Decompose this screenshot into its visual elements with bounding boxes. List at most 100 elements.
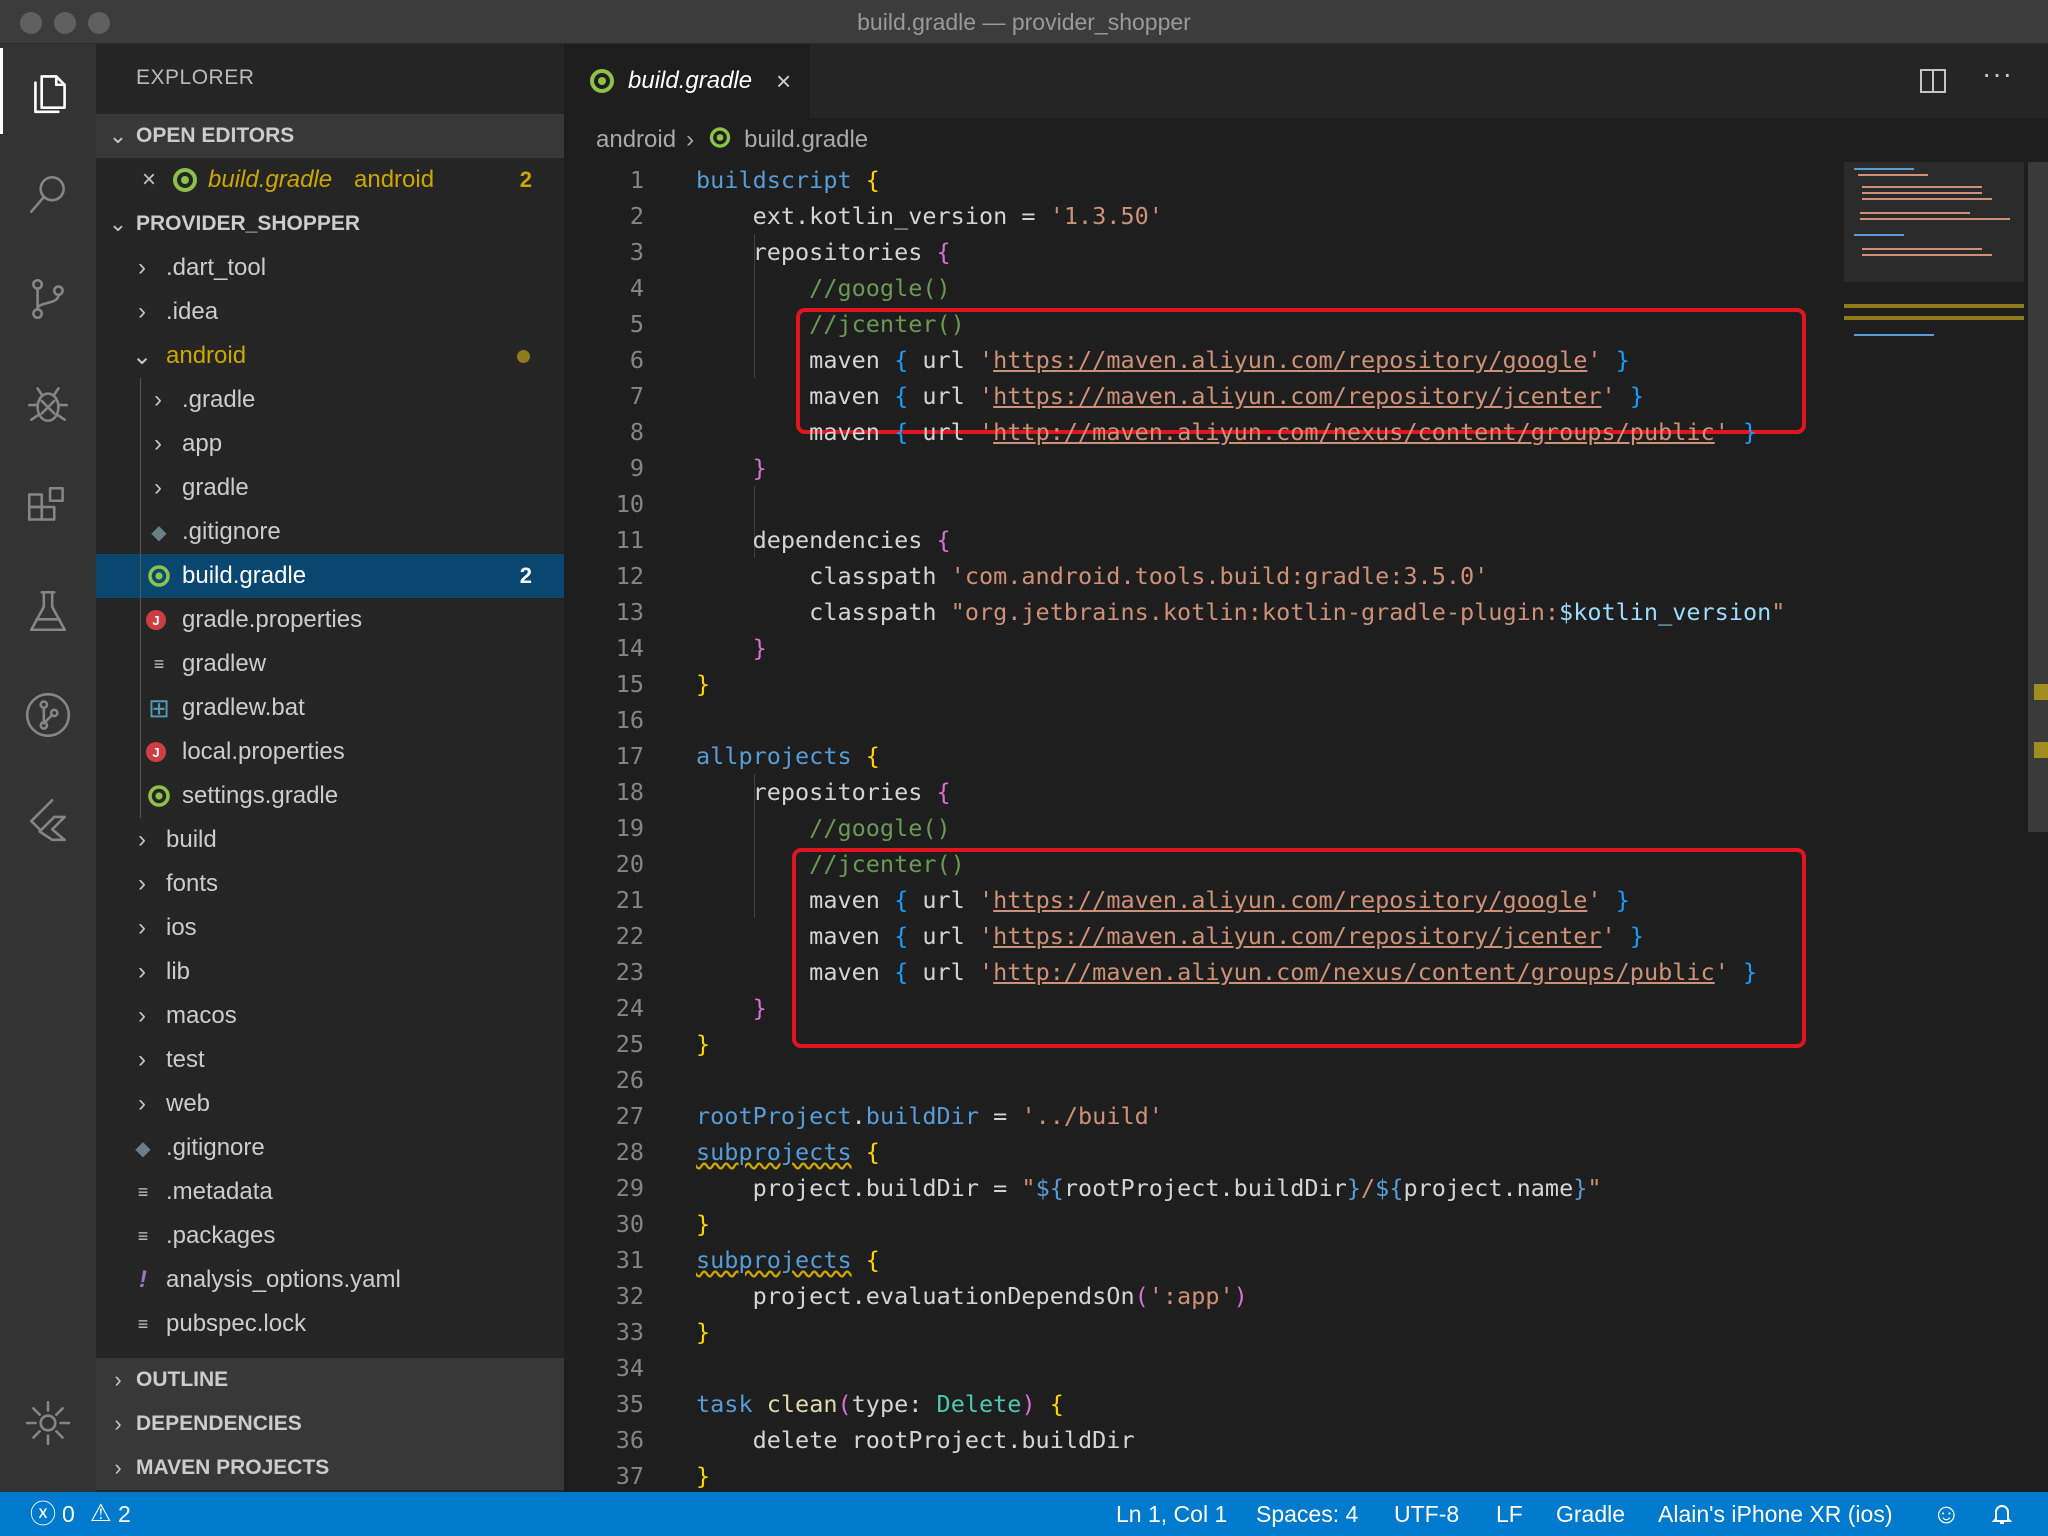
warning-count[interactable]: 2 [118, 1492, 131, 1536]
code-line[interactable]: } [696, 990, 767, 1026]
code-line[interactable]: delete rootProject.buildDir [696, 1422, 1135, 1458]
encoding[interactable]: UTF-8 [1394, 1492, 1459, 1536]
code-token: { [894, 418, 909, 446]
explorer-activity[interactable] [0, 48, 96, 134]
split-editor-icon[interactable] [1918, 66, 1948, 96]
tree-file[interactable]: build.gradle 2 [96, 554, 564, 598]
feedback-icon[interactable]: ☺ [1932, 1492, 1961, 1536]
tree-file[interactable]: ! analysis_options.yaml [96, 1258, 564, 1302]
tree-folder[interactable]: › test [96, 1038, 564, 1082]
code-line[interactable]: //jcenter() [696, 846, 965, 882]
code-line[interactable]: maven { url 'https://maven.aliyun.com/re… [696, 918, 1644, 954]
code-line[interactable]: allprojects { [696, 738, 880, 774]
status-bar: ⓧ 0 ⚠ 2 Ln 1, Col 1 Spaces: 4 UTF-8 LF G… [0, 1492, 2048, 1536]
code-line[interactable]: classpath "org.jetbrains.kotlin:kotlin-g… [696, 594, 1785, 630]
code-line[interactable]: //google() [696, 810, 951, 846]
code-editor[interactable]: 1 buildscript {2 ext.kotlin_version = '1.… [564, 162, 1844, 1492]
extensions-activity[interactable] [0, 464, 96, 550]
tree-folder[interactable]: ⌄ android [96, 334, 564, 378]
vertical-scrollbar[interactable] [2024, 162, 2048, 1492]
code-token: { [936, 526, 951, 554]
tree-file[interactable]: ≡ .packages [96, 1214, 564, 1258]
flutter-activity[interactable] [0, 776, 96, 862]
close-icon[interactable]: × [776, 66, 791, 97]
close-icon[interactable]: × [136, 166, 162, 193]
search-activity[interactable] [0, 152, 96, 238]
open-editor-item[interactable]: × build.gradle android 2 [96, 158, 564, 202]
tree-file[interactable]: ≡ pubspec.lock [96, 1302, 564, 1346]
code-line[interactable]: } [696, 1314, 710, 1350]
code-line[interactable]: classpath 'com.android.tools.build:gradl… [696, 558, 1488, 594]
error-icon[interactable]: ⓧ [30, 1492, 56, 1536]
tree-folder[interactable]: › .dart_tool [96, 246, 564, 290]
code-line[interactable]: buildscript { [696, 162, 880, 198]
code-line[interactable]: } [696, 630, 767, 666]
warning-icon[interactable]: ⚠ [90, 1492, 112, 1536]
manage-activity[interactable] [0, 1380, 96, 1466]
bell-icon[interactable] [1990, 1502, 2014, 1526]
language-mode[interactable]: Gradle [1556, 1492, 1625, 1536]
code-line[interactable]: ext.kotlin_version = '1.3.50' [696, 198, 1163, 234]
code-line[interactable]: } [696, 1458, 710, 1492]
code-line[interactable]: project.evaluationDependsOn(':app') [696, 1278, 1248, 1314]
tree-folder[interactable]: › build [96, 818, 564, 862]
dependencies-section[interactable]: › DEPENDENCIES [96, 1402, 564, 1446]
tree-file[interactable]: Jlocal.properties [96, 730, 564, 774]
project-section[interactable]: ⌄ PROVIDER_SHOPPER [96, 202, 564, 246]
code-line[interactable]: dependencies { [696, 522, 951, 558]
tree-file[interactable]: ≡ gradlew [96, 642, 564, 686]
code-line[interactable]: } [696, 450, 767, 486]
open-editors-section[interactable]: ⌄ OPEN EDITORS [96, 114, 564, 158]
tab-label: build.gradle [628, 67, 753, 94]
cursor-position[interactable]: Ln 1, Col 1 [1116, 1492, 1227, 1536]
code-line[interactable]: repositories { [696, 234, 951, 270]
code-line[interactable]: maven { url 'https://maven.aliyun.com/re… [696, 882, 1630, 918]
tab-build-gradle[interactable]: build.gradle × [564, 44, 810, 118]
minimap[interactable] [1844, 162, 2024, 1492]
source-control-activity[interactable] [0, 256, 96, 342]
code-line[interactable]: subprojects { [696, 1242, 880, 1278]
code-line[interactable]: } [696, 666, 710, 702]
git-graph-activity[interactable] [0, 672, 96, 758]
tree-folder[interactable]: › macos [96, 994, 564, 1038]
code-line[interactable]: } [696, 1026, 710, 1062]
tree-file[interactable]: ⊞ gradlew.bat [96, 686, 564, 730]
tree-folder[interactable]: › app [96, 422, 564, 466]
tree-file[interactable]: settings.gradle [96, 774, 564, 818]
more-actions-icon[interactable]: ··· [1982, 58, 2013, 90]
code-line[interactable]: maven { url 'http://maven.aliyun.com/nex… [696, 954, 1757, 990]
code-line[interactable]: //google() [696, 270, 951, 306]
code-line[interactable]: maven { url 'https://maven.aliyun.com/re… [696, 378, 1644, 414]
tree-folder[interactable]: › lib [96, 950, 564, 994]
testing-activity[interactable] [0, 568, 96, 654]
code-line[interactable]: maven { url 'https://maven.aliyun.com/re… [696, 342, 1630, 378]
code-line[interactable]: maven { url 'http://maven.aliyun.com/nex… [696, 414, 1757, 450]
tree-file[interactable]: Jgradle.properties [96, 598, 564, 642]
code-line[interactable]: rootProject.buildDir = '../build' [696, 1098, 1163, 1134]
tree-file[interactable]: ◆ .gitignore [96, 510, 564, 554]
code-line[interactable]: //jcenter() [696, 306, 965, 342]
breadcrumb-file[interactable]: build.gradle [744, 126, 868, 154]
gear-icon [25, 1400, 71, 1446]
tree-folder[interactable]: › .gradle [96, 378, 564, 422]
breadcrumb-folder[interactable]: android [596, 126, 676, 154]
code-line[interactable]: project.buildDir = "${rootProject.buildD… [696, 1170, 1602, 1206]
maven-projects-section[interactable]: › MAVEN PROJECTS [96, 1446, 564, 1490]
device-selector[interactable]: Alain's iPhone XR (ios) [1658, 1492, 1893, 1536]
tree-folder[interactable]: › fonts [96, 862, 564, 906]
tree-folder[interactable]: › gradle [96, 466, 564, 510]
tree-folder[interactable]: › ios [96, 906, 564, 950]
line-ending[interactable]: LF [1496, 1492, 1523, 1536]
code-line[interactable]: subprojects { [696, 1134, 880, 1170]
code-line[interactable]: } [696, 1206, 710, 1242]
error-count[interactable]: 0 [62, 1492, 75, 1536]
tree-folder[interactable]: › .idea [96, 290, 564, 334]
tree-file[interactable]: ≡ .metadata [96, 1170, 564, 1214]
code-line[interactable]: task clean(type: Delete) { [696, 1386, 1064, 1422]
indentation[interactable]: Spaces: 4 [1256, 1492, 1358, 1536]
code-line[interactable]: repositories { [696, 774, 951, 810]
tree-file[interactable]: ◆ .gitignore [96, 1126, 564, 1170]
debug-activity[interactable] [0, 360, 96, 446]
tree-folder[interactable]: › web [96, 1082, 564, 1126]
outline-section[interactable]: › OUTLINE [96, 1358, 564, 1402]
